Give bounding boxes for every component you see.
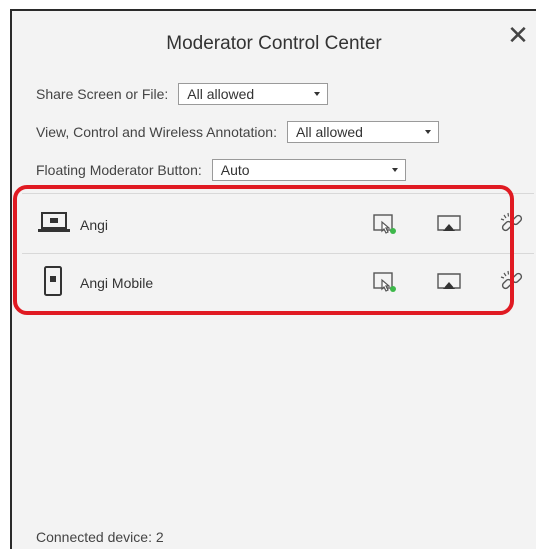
share-screen-label: Share Screen or File: [36, 86, 169, 102]
remote-control-icon[interactable] [370, 209, 402, 241]
view-control-value: All allowed [296, 124, 363, 140]
screen-share-icon[interactable] [433, 209, 465, 241]
device-row: Angi Mobile [22, 255, 534, 311]
disconnect-link-icon[interactable] [496, 209, 528, 241]
view-control-setting: View, Control and Wireless Annotation: A… [36, 121, 439, 143]
connected-device-count: Connected device: 2 [36, 529, 164, 545]
share-screen-value: All allowed [187, 86, 255, 102]
floating-button-select[interactable]: Auto [211, 159, 406, 181]
chevron-down-icon [425, 130, 431, 134]
chevron-down-icon [314, 92, 321, 96]
divider [22, 193, 534, 194]
floating-button-setting: Floating Moderator Button: Auto [36, 159, 406, 181]
disconnect-link-icon[interactable] [496, 267, 528, 299]
share-screen-setting: Share Screen or File: All allowed [36, 83, 329, 105]
close-icon[interactable]: ✕ [504, 22, 532, 50]
view-control-label: View, Control and Wireless Annotation: [36, 124, 277, 140]
remote-control-icon[interactable] [370, 267, 402, 299]
share-screen-select[interactable]: All allowed [178, 83, 329, 105]
floating-button-label: Floating Moderator Button: [36, 162, 202, 178]
device-row: Angi [22, 197, 534, 253]
divider [22, 253, 534, 254]
chevron-down-icon [391, 168, 398, 172]
view-control-select[interactable]: All allowed [287, 121, 439, 143]
dialog-title: Moderator Control Center [166, 33, 382, 54]
floating-button-value: Auto [220, 162, 250, 178]
screen-share-icon[interactable] [433, 267, 465, 299]
moderator-control-center-dialog: Moderator Control Center ✕ Share Screen … [10, 9, 536, 549]
